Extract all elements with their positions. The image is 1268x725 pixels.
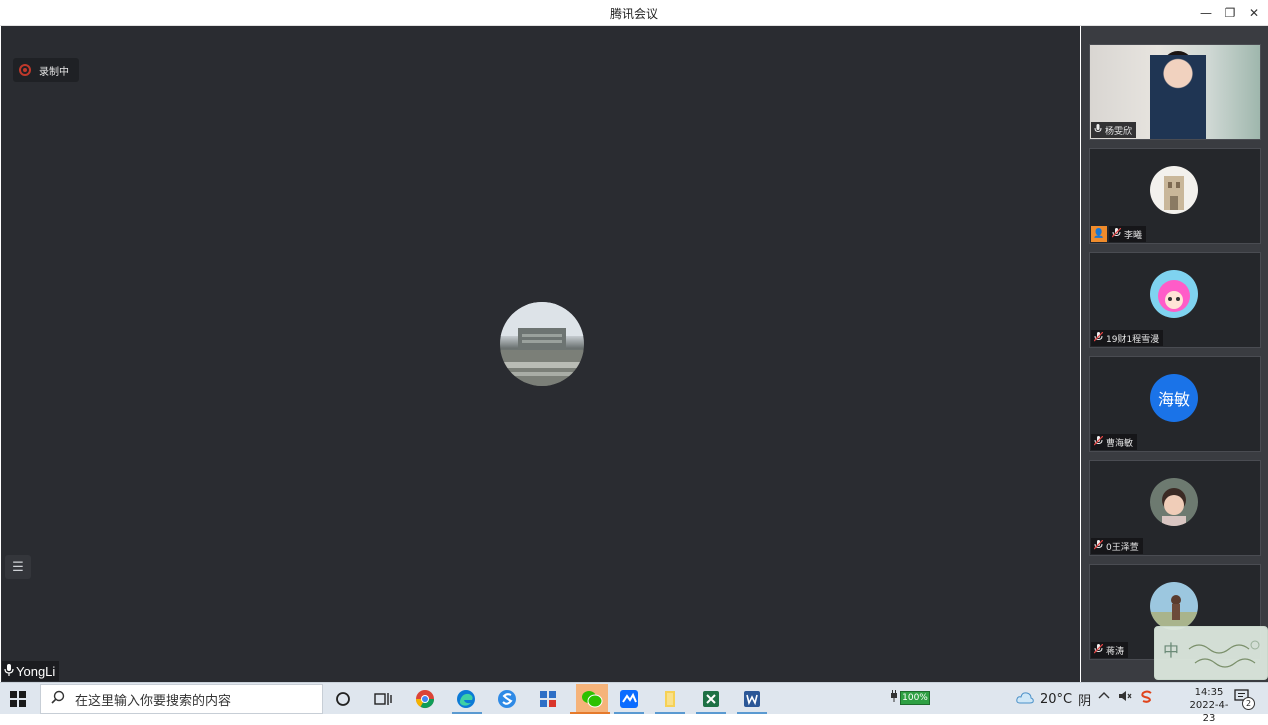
recording-indicator[interactable]: 录制中 bbox=[13, 58, 79, 82]
taskbar: 在这里输入你要搜索的内容 100% 20°C 阴 14:35 2022-4-23… bbox=[0, 682, 1268, 724]
self-name: YongLi bbox=[16, 663, 56, 679]
participant-tile[interactable]: 0王泽萱 bbox=[1089, 460, 1261, 556]
notification-count: 2 bbox=[1242, 697, 1255, 710]
edge-icon[interactable] bbox=[455, 688, 477, 710]
muted-microphone-icon bbox=[1111, 227, 1122, 241]
participant-tile[interactable]: 杨雯欣 bbox=[1089, 44, 1261, 140]
participant-name: 蒋涛 bbox=[1106, 646, 1125, 657]
record-icon bbox=[19, 64, 31, 76]
cloud-icon bbox=[1016, 691, 1034, 709]
participant-avatar bbox=[1150, 582, 1198, 630]
participant-name: 杨雯欣 bbox=[1105, 126, 1133, 137]
participant-avatar bbox=[1150, 166, 1198, 214]
participant-tile[interactable]: 👤 李曦 bbox=[1089, 148, 1261, 244]
notification-center-icon[interactable]: 2 bbox=[1234, 689, 1255, 710]
list-icon: ☰ bbox=[12, 559, 24, 575]
participant-tile[interactable]: 19财1程雪漫 bbox=[1089, 252, 1261, 348]
file-explorer-icon[interactable] bbox=[659, 688, 681, 710]
participant-tile[interactable]: 海敏 曹海敏 bbox=[1089, 356, 1261, 452]
weather-widget[interactable]: 20°C 阴 bbox=[1016, 690, 1091, 709]
sogou-input-icon[interactable] bbox=[1140, 690, 1154, 707]
chrome-icon[interactable] bbox=[414, 688, 436, 710]
participant-name-tag: 杨雯欣 bbox=[1091, 122, 1137, 138]
tencent-meeting-icon[interactable] bbox=[618, 688, 640, 710]
participant-list-button[interactable]: ☰ bbox=[5, 555, 31, 579]
window-title: 腾讯会议 bbox=[609, 7, 658, 21]
clock-time: 14:35 bbox=[1194, 687, 1224, 698]
muted-microphone-icon bbox=[1093, 643, 1104, 657]
participant-sidebar[interactable]: 杨雯欣 👤 李曦 19财1程雪漫 海敏 曹海敏 0王泽萱 蒋涛 bbox=[1081, 26, 1268, 682]
excel-icon[interactable] bbox=[700, 688, 722, 710]
battery-level: 100% bbox=[900, 690, 930, 705]
microphone-icon bbox=[1094, 123, 1102, 137]
main-video-area[interactable]: 录制中 ☰ YongLi bbox=[1, 26, 1080, 682]
participant-video-person bbox=[1150, 55, 1206, 139]
weather-condition: 阴 bbox=[1078, 694, 1092, 709]
participant-name-tag: 0王泽萱 bbox=[1091, 538, 1143, 554]
participant-name-tag: 蒋涛 bbox=[1091, 642, 1129, 658]
search-icon bbox=[51, 690, 65, 708]
system-clock[interactable]: 14:35 2022-4-23 bbox=[1184, 686, 1234, 725]
ime-widget[interactable]: 中 bbox=[1154, 626, 1268, 680]
participant-name-tag: 曹海敏 bbox=[1091, 434, 1138, 450]
microphone-icon bbox=[4, 663, 14, 679]
host-icon: 👤 bbox=[1091, 226, 1107, 242]
building-photo-icon bbox=[500, 302, 584, 386]
sogou-browser-icon[interactable] bbox=[496, 688, 518, 710]
participant-text-avatar: 海敏 bbox=[1150, 374, 1198, 422]
wechat-icon[interactable] bbox=[576, 684, 608, 714]
muted-microphone-icon bbox=[1093, 539, 1104, 553]
participant-name: 曹海敏 bbox=[1106, 438, 1134, 449]
participant-name-tag: 李曦 bbox=[1109, 226, 1147, 242]
speaker-icon[interactable] bbox=[1118, 690, 1132, 705]
muted-microphone-icon bbox=[1093, 435, 1104, 449]
taskbar-search[interactable]: 在这里输入你要搜索的内容 bbox=[40, 684, 323, 714]
muted-microphone-icon bbox=[1093, 331, 1104, 345]
windows-start-icon[interactable] bbox=[10, 691, 26, 707]
task-view-icon[interactable] bbox=[372, 688, 394, 710]
restore-button[interactable]: ❐ bbox=[1220, 3, 1240, 23]
participant-name-tag: 19财1程雪漫 bbox=[1091, 330, 1164, 346]
participant-avatar bbox=[1150, 478, 1198, 526]
chevron-up-icon[interactable] bbox=[1098, 690, 1110, 705]
participant-name: 0王泽萱 bbox=[1106, 542, 1139, 553]
recording-label: 录制中 bbox=[39, 66, 69, 78]
store-app-icon[interactable] bbox=[537, 688, 559, 710]
battery-indicator[interactable]: 100% bbox=[890, 690, 930, 705]
word-icon[interactable] bbox=[741, 688, 763, 710]
self-name-tag: YongLi bbox=[2, 661, 60, 681]
participant-name: 李曦 bbox=[1124, 230, 1143, 241]
participant-avatar bbox=[1150, 270, 1198, 318]
clock-date: 2022-4-23 bbox=[1189, 700, 1229, 724]
participant-name: 19财1程雪漫 bbox=[1106, 334, 1160, 345]
cortana-icon[interactable] bbox=[332, 688, 354, 710]
speaker-avatar bbox=[500, 302, 584, 386]
title-bar: 腾讯会议 — ❐ ✕ bbox=[0, 0, 1268, 26]
search-placeholder: 在这里输入你要搜索的内容 bbox=[75, 693, 232, 709]
ime-skin-decoration-icon bbox=[1188, 640, 1260, 668]
power-plug-icon bbox=[890, 690, 898, 705]
minimize-button[interactable]: — bbox=[1196, 3, 1216, 23]
close-button[interactable]: ✕ bbox=[1244, 3, 1264, 23]
ime-mode[interactable]: 中 bbox=[1163, 637, 1179, 661]
temperature: 20°C bbox=[1040, 692, 1073, 707]
